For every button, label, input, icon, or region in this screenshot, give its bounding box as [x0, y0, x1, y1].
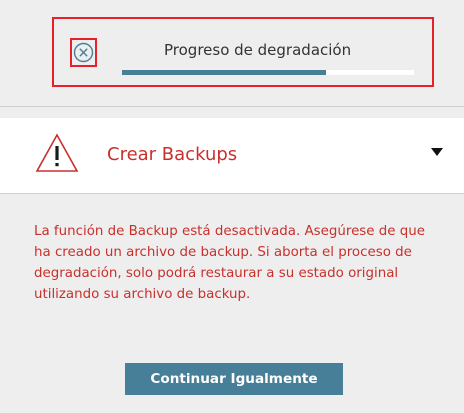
continue-anyway-button[interactable]: Continuar Igualmente: [125, 363, 343, 395]
progress-panel: Progreso de degradación: [0, 0, 464, 107]
warning-triangle-icon: [34, 132, 80, 174]
cancel-downgrade-button[interactable]: [70, 38, 97, 67]
progress-bar: [122, 70, 414, 75]
progress-bar-fill: [122, 70, 327, 75]
backup-warning-message: La función de Backup está desactivada. A…: [34, 224, 425, 302]
create-backups-section-header[interactable]: Crear Backups: [0, 118, 464, 194]
close-circle-icon: [73, 42, 94, 63]
progress-highlight-box: Progreso de degradación: [52, 17, 434, 87]
progress-label: Progreso de degradación: [164, 41, 352, 59]
caret-down-icon[interactable]: [430, 147, 444, 157]
section-title: Crear Backups: [107, 144, 238, 165]
